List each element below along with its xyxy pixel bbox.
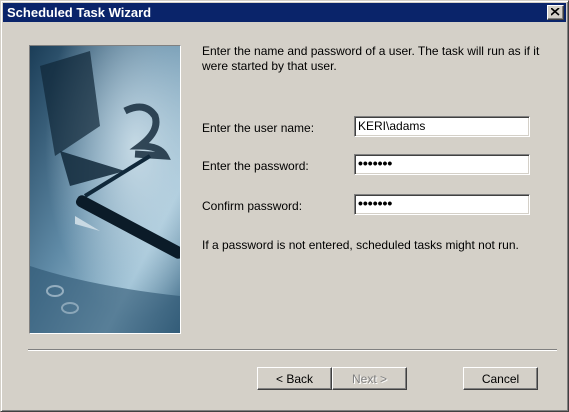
confirm-password-value: ••••••• — [358, 195, 393, 211]
wizard-dialog: Scheduled Task Wizard Enter the name and… — [0, 0, 569, 412]
intro-text: Enter the name and password of a user. T… — [202, 44, 540, 73]
next-button[interactable]: Next > — [332, 367, 407, 390]
title-bar[interactable]: Scheduled Task Wizard — [3, 3, 566, 22]
password-field[interactable]: ••••••• — [354, 154, 530, 175]
close-button[interactable] — [547, 5, 564, 20]
password-value: ••••••• — [358, 155, 393, 171]
username-value: KERI\adams — [358, 119, 426, 133]
username-field[interactable]: KERI\adams — [354, 116, 530, 137]
back-button[interactable]: < Back — [257, 367, 332, 390]
close-icon — [551, 8, 560, 16]
wizard-clock-picture — [29, 45, 181, 334]
username-label: Enter the user name: — [202, 121, 315, 135]
window-title: Scheduled Task Wizard — [7, 5, 152, 20]
password-note: If a password is not entered, scheduled … — [202, 238, 519, 252]
confirm-password-field[interactable]: ••••••• — [354, 194, 530, 215]
cancel-button[interactable]: Cancel — [463, 367, 538, 390]
separator-line — [28, 349, 557, 351]
password-label: Enter the password: — [202, 159, 309, 173]
confirm-password-label: Confirm password: — [202, 199, 303, 213]
